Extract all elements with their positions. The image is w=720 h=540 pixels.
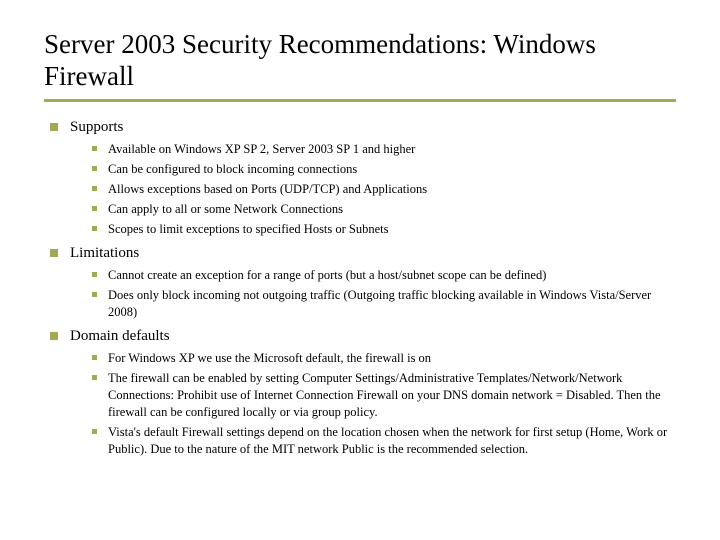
slide-title: Server 2003 Security Recommendations: Wi… (44, 28, 676, 93)
section-items: For Windows XP we use the Microsoft defa… (70, 350, 676, 457)
section-supports: Supports Available on Windows XP SP 2, S… (50, 118, 676, 238)
list-item: Can be configured to block incoming conn… (92, 161, 676, 178)
section-items: Cannot create an exception for a range o… (70, 267, 676, 321)
slide: Server 2003 Security Recommendations: Wi… (0, 0, 720, 484)
list-item: Can apply to all or some Network Connect… (92, 201, 676, 218)
section-heading: Domain defaults (70, 328, 170, 344)
section-heading: Limitations (70, 245, 139, 261)
section-heading: Supports (70, 119, 123, 135)
list-item: Allows exceptions based on Ports (UDP/TC… (92, 181, 676, 198)
list-item: For Windows XP we use the Microsoft defa… (92, 350, 676, 367)
list-item: Available on Windows XP SP 2, Server 200… (92, 141, 676, 158)
title-underline (44, 99, 676, 102)
list-item: Does only block incoming not outgoing tr… (92, 287, 676, 321)
content-list: Supports Available on Windows XP SP 2, S… (44, 118, 676, 458)
section-limitations: Limitations Cannot create an exception f… (50, 244, 676, 321)
list-item: Vista's default Firewall settings depend… (92, 424, 676, 458)
list-item: Scopes to limit exceptions to specified … (92, 221, 676, 238)
list-item: The firewall can be enabled by setting C… (92, 370, 676, 421)
section-items: Available on Windows XP SP 2, Server 200… (70, 141, 676, 237)
list-item: Cannot create an exception for a range o… (92, 267, 676, 284)
section-domain-defaults: Domain defaults For Windows XP we use th… (50, 327, 676, 458)
